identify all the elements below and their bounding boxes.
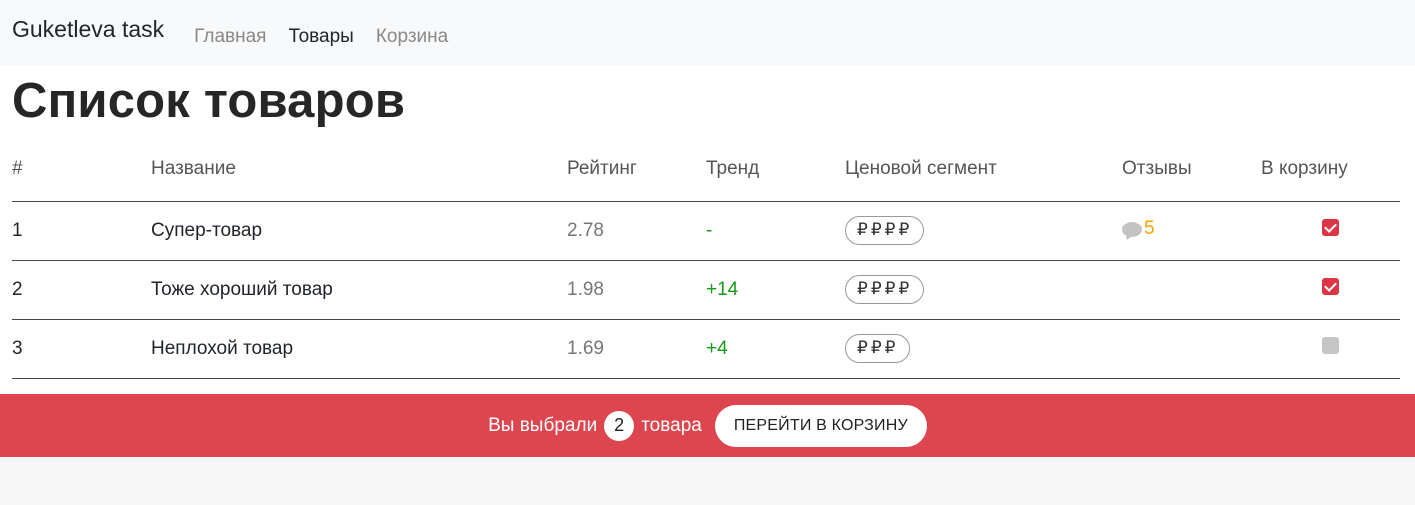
row-rating: 1.98 bbox=[567, 260, 706, 320]
add-to-cart-checkbox[interactable] bbox=[1322, 219, 1339, 236]
table-row: 3 Неплохой товар 1.69 +4 ₽₽₽ bbox=[12, 319, 1400, 379]
banner-prefix: Вы выбрали bbox=[488, 414, 598, 436]
header-segment: Ценовой сегмент bbox=[845, 138, 1122, 202]
price-segment-badge: ₽₽₽ bbox=[845, 334, 911, 363]
row-num: 3 bbox=[12, 319, 151, 379]
banner-suffix: товара bbox=[641, 414, 702, 436]
reviews-count: 5 bbox=[1144, 218, 1155, 240]
row-segment-cell: ₽₽₽₽ bbox=[845, 201, 1122, 261]
nav-link-cart[interactable]: Корзина bbox=[376, 26, 448, 48]
selected-count-badge: 2 bbox=[604, 410, 635, 441]
row-reviews-cell bbox=[1122, 260, 1261, 320]
header-trend: Тренд bbox=[706, 138, 845, 202]
row-reviews-cell bbox=[1122, 319, 1261, 379]
header-reviews: Отзывы bbox=[1122, 138, 1261, 202]
table-row: 1 Супер-товар 2.78 - ₽₽₽₽ 5 bbox=[12, 201, 1400, 261]
row-cart-cell bbox=[1261, 260, 1400, 320]
row-name: Тоже хороший товар bbox=[151, 260, 567, 320]
row-num: 1 bbox=[12, 201, 151, 261]
header-rating: Рейтинг bbox=[567, 138, 706, 202]
header-name: Название bbox=[151, 138, 567, 202]
row-cart-cell bbox=[1261, 319, 1400, 379]
row-cart-cell bbox=[1261, 201, 1400, 261]
nav-link-products[interactable]: Товары bbox=[288, 26, 353, 48]
row-name: Неплохой товар bbox=[151, 319, 567, 379]
header-cart: В корзину bbox=[1261, 138, 1400, 202]
products-table: # Название Рейтинг Тренд Ценовой сегмент… bbox=[12, 138, 1400, 379]
row-reviews-cell: 5 bbox=[1122, 201, 1261, 261]
go-to-cart-button[interactable]: ПЕРЕЙТИ В КОРЗИНУ bbox=[714, 404, 927, 447]
reviews-indicator[interactable]: 5 bbox=[1122, 218, 1155, 240]
spacer bbox=[0, 382, 1415, 394]
price-segment-badge: ₽₽₽₽ bbox=[845, 216, 925, 245]
row-segment-cell: ₽₽₽ bbox=[845, 319, 1122, 379]
price-segment-badge: ₽₽₽₽ bbox=[845, 275, 925, 304]
header-num: # bbox=[12, 138, 151, 202]
main-content: Список товаров # Название Рейтинг Тренд … bbox=[0, 65, 1415, 382]
nav-link-home[interactable]: Главная bbox=[194, 26, 266, 48]
row-rating: 1.69 bbox=[567, 319, 706, 379]
row-segment-cell: ₽₽₽₽ bbox=[845, 260, 1122, 320]
selection-banner: Вы выбрали 2 товара ПЕРЕЙТИ В КОРЗИНУ bbox=[0, 394, 1415, 457]
add-to-cart-checkbox[interactable] bbox=[1322, 278, 1339, 295]
table-header-row: # Название Рейтинг Тренд Ценовой сегмент… bbox=[12, 138, 1400, 202]
brand[interactable]: Guketleva task bbox=[12, 16, 164, 43]
row-rating: 2.78 bbox=[567, 201, 706, 261]
row-trend: +14 bbox=[706, 260, 845, 320]
row-name: Супер-товар bbox=[151, 201, 567, 261]
comment-icon bbox=[1122, 221, 1142, 237]
add-to-cart-checkbox[interactable] bbox=[1322, 337, 1339, 354]
row-trend: +4 bbox=[706, 319, 845, 379]
table-row: 2 Тоже хороший товар 1.98 +14 ₽₽₽₽ bbox=[12, 260, 1400, 320]
row-num: 2 bbox=[12, 260, 151, 320]
navbar: Guketleva task Главная Товары Корзина bbox=[0, 0, 1415, 65]
row-trend: - bbox=[706, 201, 845, 261]
